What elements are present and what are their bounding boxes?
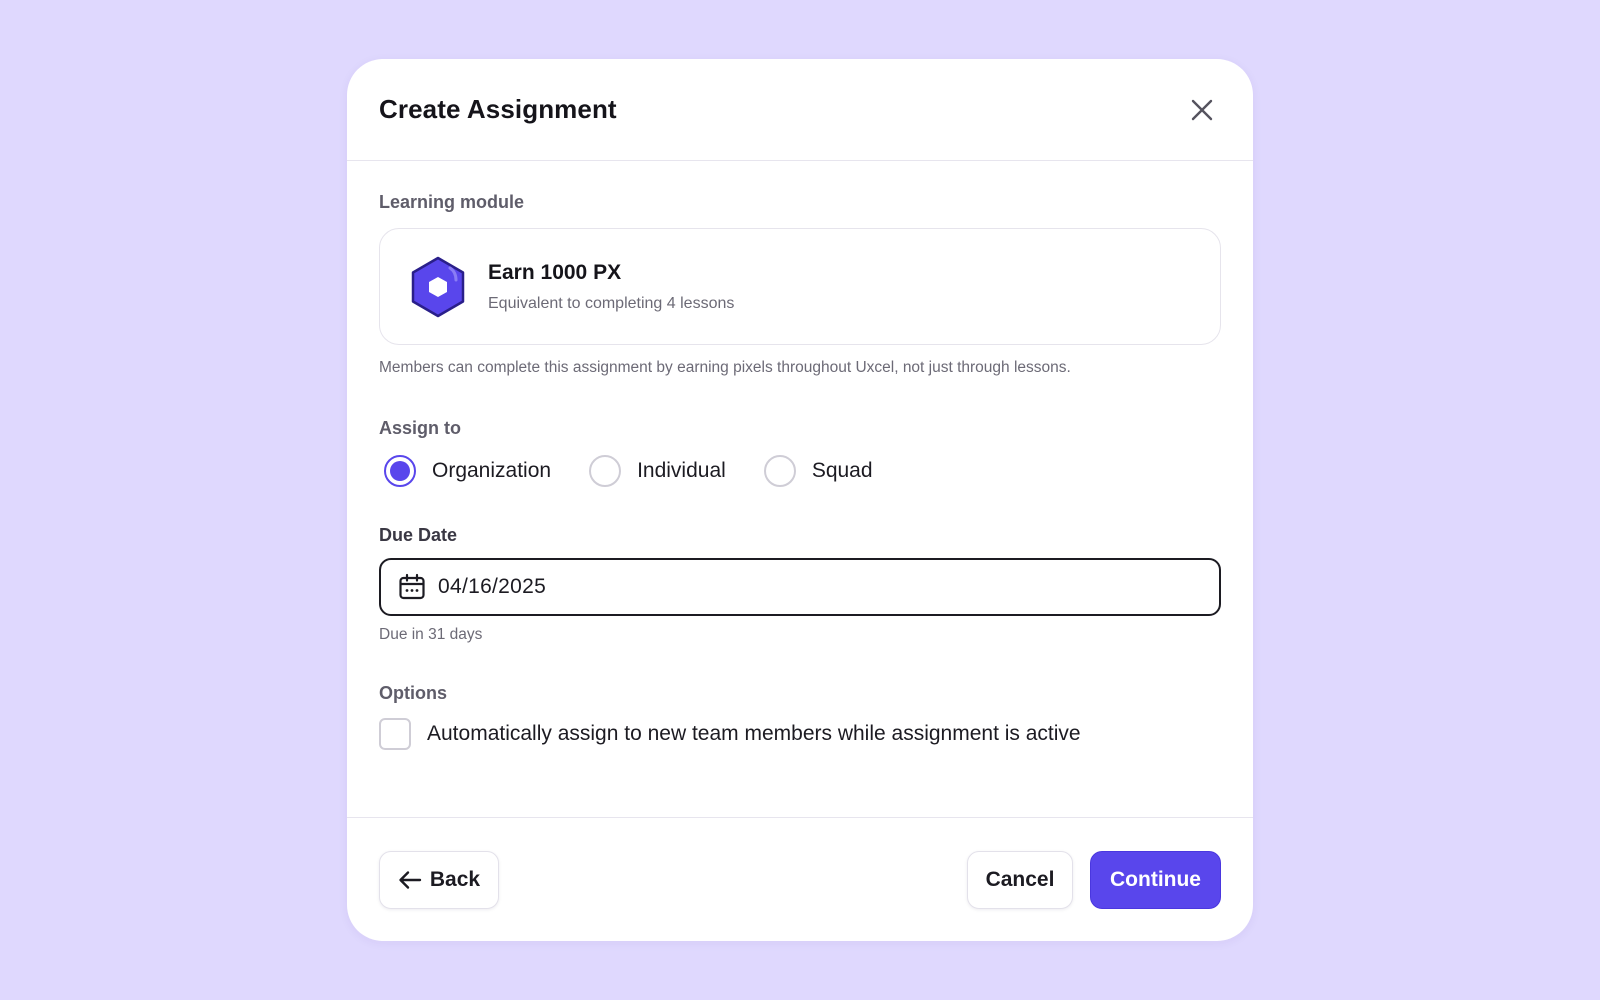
close-button[interactable] <box>1184 92 1220 128</box>
auto-assign-label: Automatically assign to new team members… <box>427 722 1081 745</box>
radio-button[interactable] <box>589 455 622 487</box>
close-icon <box>1191 99 1213 120</box>
assign-to-radio-group: Organization Individual Squad <box>384 455 1221 487</box>
radio-squad[interactable]: Squad <box>763 455 873 487</box>
radio-label-organization: Organization <box>432 459 552 482</box>
due-date-input[interactable]: 04/16/2025 <box>379 558 1221 616</box>
radio-organization[interactable]: Organization <box>384 455 551 487</box>
module-name: Earn 1000 PX <box>488 260 622 284</box>
calendar-icon <box>399 573 425 600</box>
modal-title: Create Assignment <box>379 94 617 124</box>
footer-actions: Cancel Continue <box>967 850 1221 909</box>
due-date-label: Due Date <box>379 525 458 545</box>
modal-footer: Back Cancel Continue <box>347 817 1253 941</box>
modal-header: Create Assignment <box>347 59 1253 161</box>
radio-individual[interactable]: Individual <box>589 455 726 487</box>
due-date-value[interactable]: 04/16/2025 <box>438 575 546 599</box>
learning-module-label: Learning module <box>379 192 525 212</box>
create-assignment-modal: Create Assignment Learning module Earn 1… <box>347 59 1253 941</box>
options-label: Options <box>379 683 447 703</box>
radio-label-squad: Squad <box>811 459 873 482</box>
hexagon-badge-icon <box>411 256 465 317</box>
back-button-label: Back <box>429 867 481 891</box>
learning-module-card: Earn 1000 PX Equivalent to completing 4 … <box>379 228 1221 345</box>
auto-assign-option[interactable]: Automatically assign to new team members… <box>379 718 1221 750</box>
arrow-left-icon <box>398 870 422 890</box>
module-helper-text: Members can complete this assignment by … <box>379 359 1071 376</box>
radio-label-individual: Individual <box>637 459 726 482</box>
modal-body: Learning module Earn 1000 PX Equivalent … <box>347 192 1253 750</box>
cancel-button[interactable]: Cancel <box>967 850 1073 909</box>
auto-assign-checkbox[interactable] <box>379 718 411 750</box>
radio-button-selected[interactable] <box>384 455 416 487</box>
module-description: Equivalent to completing 4 lessons <box>488 294 735 312</box>
back-button[interactable]: Back <box>379 850 499 909</box>
radio-button[interactable] <box>763 455 796 487</box>
assign-to-label: Assign to <box>379 418 462 438</box>
module-text: Earn 1000 PX Equivalent to completing 4 … <box>488 261 734 313</box>
continue-button[interactable]: Continue <box>1090 850 1221 909</box>
due-date-hint: Due in 31 days <box>379 626 483 643</box>
